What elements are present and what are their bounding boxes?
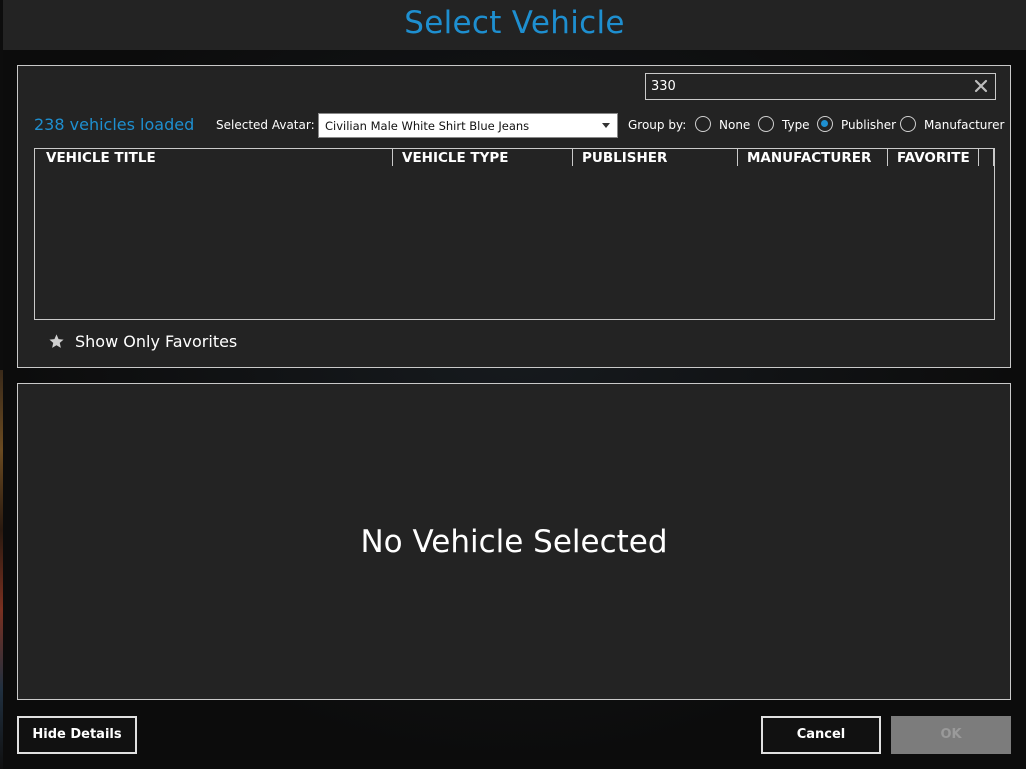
radio-label: Manufacturer — [924, 118, 1005, 132]
column-divider — [993, 149, 994, 166]
avatar-dropdown[interactable]: Civilian Male White Shirt Blue Jeans — [318, 113, 618, 138]
column-header-publisher[interactable]: PUBLISHER — [571, 149, 737, 168]
search-input[interactable] — [646, 74, 971, 99]
hide-details-button[interactable]: Hide Details — [17, 716, 137, 754]
radio-button-selected-icon — [817, 116, 833, 132]
radio-button-icon — [695, 116, 711, 132]
title-bar: Select Vehicle — [3, 0, 1026, 50]
column-header-manufacturer[interactable]: MANUFACTURER — [736, 149, 887, 168]
close-icon[interactable] — [971, 76, 991, 96]
vehicle-count: 238 vehicles loaded — [34, 115, 195, 134]
radio-label: Publisher — [841, 118, 897, 132]
radio-label: None — [719, 118, 751, 132]
avatar-label: Selected Avatar: — [216, 118, 315, 132]
no-vehicle-message: No Vehicle Selected — [360, 524, 668, 560]
column-header-vehicle-type[interactable]: VEHICLE TYPE — [391, 149, 572, 168]
radio-button-icon — [900, 116, 916, 132]
avatar-value: Civilian Male White Shirt Blue Jeans — [325, 119, 530, 133]
vehicle-details-panel: No Vehicle Selected — [17, 383, 1011, 700]
search-box — [645, 73, 996, 100]
radio-label: Type — [782, 118, 810, 132]
show-only-favorites-label: Show Only Favorites — [75, 332, 238, 351]
radio-button-icon — [758, 116, 774, 132]
ok-button[interactable]: OK — [891, 716, 1011, 754]
chevron-down-icon — [602, 123, 610, 128]
column-header-favorite[interactable]: FAVORITE — [886, 149, 979, 168]
column-header-vehicle-title[interactable]: VEHICLE TITLE — [35, 149, 392, 168]
vehicle-table: VEHICLE TITLE VEHICLE TYPE PUBLISHER MAN… — [34, 148, 995, 320]
vehicle-list-panel: 238 vehicles loaded Selected Avatar: Civ… — [17, 65, 1011, 368]
group-by-label: Group by: — [628, 118, 687, 132]
dialog-title: Select Vehicle — [404, 5, 625, 41]
star-icon — [49, 334, 64, 348]
cancel-button[interactable]: Cancel — [761, 716, 881, 754]
column-divider[interactable] — [978, 149, 979, 166]
